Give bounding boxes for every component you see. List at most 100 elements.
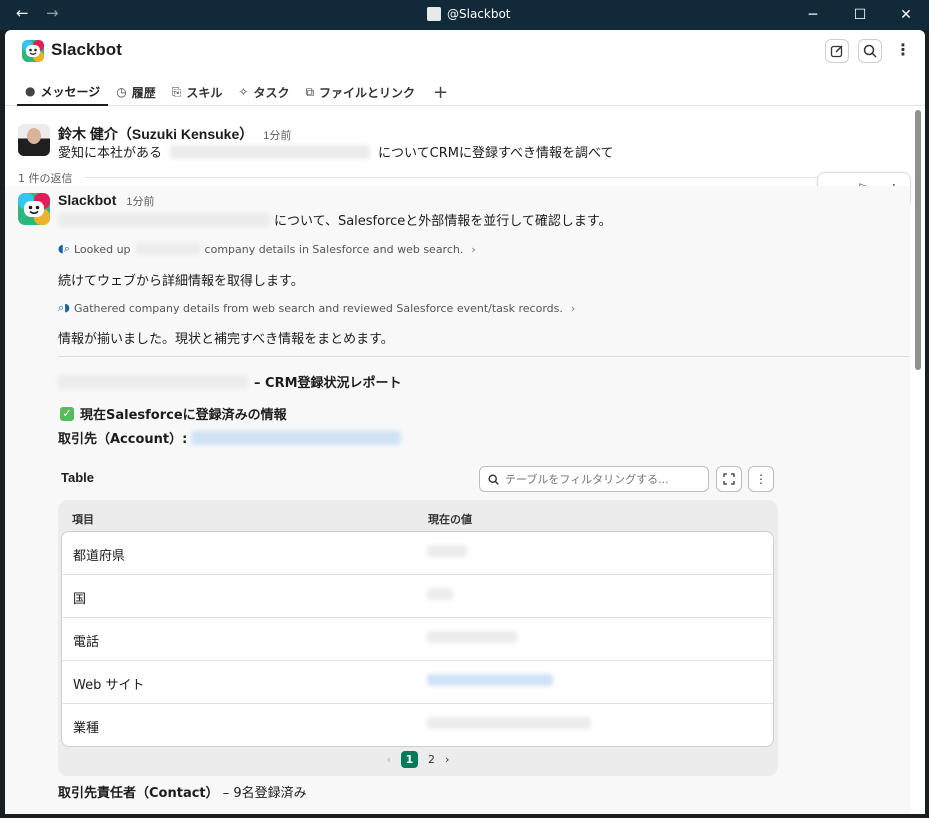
table-filter[interactable] (479, 466, 709, 492)
step-lookup-suffix: company details in Salesforce and web se… (204, 242, 464, 256)
redacted-company-name (58, 212, 270, 227)
redacted-company-name (58, 374, 248, 389)
bot-intro-text: について、Salesforceと外部情報を並行して確認します。 (274, 214, 612, 229)
redacted-company-name (134, 243, 201, 255)
redacted-value (427, 588, 453, 600)
report-title: – CRM登録状況レポート (58, 372, 402, 391)
prev-page-icon[interactable]: ‹ (387, 753, 391, 766)
account-link[interactable] (191, 430, 402, 445)
search-icon (488, 473, 499, 485)
tab-tasks[interactable]: ✧ タスク (230, 78, 297, 106)
add-tab-button[interactable]: + (423, 78, 458, 106)
message-text: 愛知に本社がある についてCRMに登録すべき情報を調べて (58, 142, 614, 161)
more-options-icon[interactable]: ⋮ (895, 40, 911, 59)
author-name[interactable]: Slackbot (58, 192, 116, 208)
table-header-item[interactable]: 項目 (72, 511, 94, 527)
compose-button[interactable] (825, 39, 849, 63)
table-more-button[interactable]: ⋮ (748, 466, 774, 492)
table-header-value[interactable]: 現在の値 (428, 511, 472, 527)
page-2-button[interactable]: 2 (428, 753, 435, 766)
message-time[interactable]: 1分前 (263, 130, 291, 142)
table-row: 都道府県 (62, 532, 773, 575)
redacted-value (427, 631, 517, 643)
tab-label: ファイルとリンク (319, 85, 416, 100)
step-gathered[interactable]: ⌕◗ Gathered company details from web sea… (58, 301, 575, 315)
search-step-icon: ◖⌕ (58, 242, 70, 255)
table-cell: 国 (73, 592, 87, 607)
more-options-icon: ⋮ (755, 472, 767, 486)
back-arrow-icon[interactable]: ← (16, 4, 29, 22)
conversation-panel: Slackbot ⋮ ● メッセージ ◷ 履歴 ⎘ スキル ✧ タスク ⧉ ファ… (5, 30, 925, 814)
bot-continue: 続けてウェブから詳細情報を取得します。 (58, 274, 304, 289)
files-icon: ⧉ (305, 84, 315, 99)
table-filter-input[interactable] (505, 472, 695, 486)
tab-messages[interactable]: ● メッセージ (17, 78, 109, 106)
tab-history[interactable]: ◷ 履歴 (108, 78, 164, 106)
tab-bar: ● メッセージ ◷ 履歴 ⎘ スキル ✧ タスク ⧉ ファイルとリンク + (17, 78, 458, 106)
account-line: 取引先（Account）: (58, 428, 402, 447)
maximize-icon[interactable]: ☐ (837, 2, 883, 28)
message-time[interactable]: 1分前 (126, 196, 154, 208)
conversation-header: Slackbot ⋮ ● メッセージ ◷ 履歴 ⎘ スキル ✧ タスク ⧉ ファ… (5, 30, 925, 106)
window-titlebar: ← → @Slackbot ─ ☐ ✕ (0, 0, 929, 30)
window-title-text: @Slackbot (447, 7, 511, 21)
report-title-text: – CRM登録状況レポート (254, 376, 402, 391)
redacted-value (427, 545, 467, 557)
tab-label: スキル (186, 85, 223, 100)
avatar[interactable] (18, 124, 50, 156)
expand-table-button[interactable] (716, 466, 742, 492)
tab-label: 履歴 (131, 85, 156, 100)
redacted-link[interactable] (427, 674, 553, 686)
scrollbar[interactable] (915, 110, 921, 370)
table-cell: Web サイト (73, 678, 145, 693)
table-row: 電話 (62, 618, 773, 661)
forward-arrow-icon[interactable]: → (46, 4, 59, 22)
table-pagination: ‹ 1 2 › (58, 751, 778, 768)
table-cell: 都道府県 (73, 549, 126, 564)
account-label: 取引先（Account）: (58, 432, 188, 447)
close-icon[interactable]: ✕ (883, 2, 929, 28)
chevron-right-icon: › (570, 301, 576, 315)
author-name[interactable]: 鈴木 健介（Suzuki Kensuke） (58, 126, 253, 142)
message-text-before: 愛知に本社がある (58, 146, 163, 161)
table-row: Web サイト (62, 661, 773, 704)
bot-message: Slackbot 1分前 について、Salesforceと外部情報を並行して確認し… (5, 186, 910, 814)
sparkle-icon: ✧ (238, 85, 249, 99)
search-icon (863, 44, 877, 58)
document-icon: ⎘ (171, 84, 182, 99)
search-button[interactable] (858, 39, 882, 63)
chevron-right-icon: › (471, 242, 476, 256)
app-name: Slackbot (51, 40, 122, 59)
window-title: @Slackbot (427, 7, 511, 21)
reply-count: 1 件の返信 (18, 172, 73, 185)
message-text-after: についてCRMに登録すべき情報を調べて (378, 146, 614, 161)
step-gathered-text: Gathered company details from web search… (73, 301, 563, 315)
contact-suffix: – 9名登録済み (222, 786, 307, 801)
table-cell: 業種 (73, 721, 100, 736)
redacted-value (427, 717, 591, 729)
table-row: 業種 (62, 704, 773, 746)
table-body: 都道府県 国 電話 Web サイト 業種 (61, 531, 774, 747)
divider (85, 177, 825, 178)
checkmark-icon: ✓ (60, 406, 74, 421)
clock-icon: ◷ (116, 85, 127, 99)
tab-skills[interactable]: ⎘ スキル (164, 78, 231, 106)
next-page-icon[interactable]: › (445, 753, 449, 766)
slackbot-app-icon (427, 7, 441, 21)
tab-label: タスク (253, 85, 290, 100)
step-lookup[interactable]: ◖⌕ Looked up company details in Salesfor… (58, 242, 476, 256)
slackbot-avatar-icon[interactable] (18, 193, 50, 225)
table-row: 国 (62, 575, 773, 618)
step-lookup-prefix: Looked up (73, 242, 131, 256)
message-author[interactable]: Slackbot 1分前 (58, 192, 154, 209)
minimize-icon[interactable]: ─ (790, 2, 836, 28)
table-cell: 電話 (73, 635, 100, 650)
message-author[interactable]: 鈴木 健介（Suzuki Kensuke） 1分前 (58, 124, 291, 144)
section-title: ✓ 現在Salesforceに登録済みの情報 (60, 404, 287, 423)
search-step-icon: ⌕◗ (58, 301, 70, 314)
page-1-button[interactable]: 1 (401, 751, 418, 768)
table-title: Table (61, 470, 94, 485)
edit-icon (830, 45, 843, 58)
tab-files-links[interactable]: ⧉ ファイルとリンク (297, 78, 423, 106)
section-title-text: 現在Salesforceに登録済みの情報 (80, 408, 287, 423)
